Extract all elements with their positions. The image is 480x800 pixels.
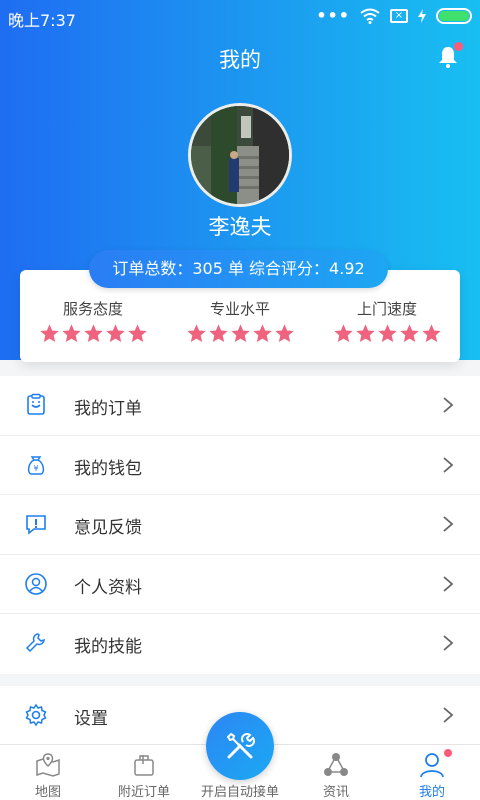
chevron-right-icon: [443, 516, 454, 532]
wrench-icon: [25, 633, 45, 653]
rating-speed: 上门速度: [327, 298, 447, 344]
status-bar: 晚上7:37 ••• ×: [0, 0, 480, 32]
page-title: 我的: [219, 48, 261, 72]
chevron-right-icon: [443, 397, 454, 413]
menu-item-skills[interactable]: 我的技能: [0, 614, 480, 674]
wallet-icon: ¥: [27, 455, 45, 475]
menu-list: 我的订单 ¥ 我的钱包 意见反馈 个人资料 我的技能: [0, 376, 480, 674]
menu-label: 意见反馈: [74, 518, 142, 538]
star-icon: [208, 324, 228, 342]
menu-label: 个人资料: [74, 577, 142, 598]
gear-icon: [25, 703, 47, 727]
tab-label: 资讯: [322, 785, 349, 800]
map-icon: [36, 753, 60, 777]
tab-label: 地图: [34, 785, 61, 800]
star-icon: [230, 324, 250, 342]
charging-icon: [418, 8, 426, 23]
wifi-icon: [360, 8, 380, 24]
menu-item-orders[interactable]: 我的订单: [0, 376, 480, 436]
rating-service: 服务态度: [33, 298, 153, 344]
star-icon: [127, 324, 147, 342]
chevron-right-icon: [443, 456, 454, 473]
more-dots-icon: •••: [316, 6, 350, 25]
rating-stars: [327, 323, 447, 344]
menu-label: 设置: [74, 709, 108, 729]
tab-badge: [444, 749, 452, 757]
star-icon: [39, 324, 59, 342]
tab-mine[interactable]: 我的: [384, 745, 480, 800]
rating-label: 服务态度: [62, 300, 123, 318]
status-icons: ••• ×: [316, 6, 472, 25]
star-icon: [105, 324, 125, 342]
tools-icon: [227, 733, 255, 759]
menu-item-wallet[interactable]: ¥ 我的钱包: [0, 436, 480, 495]
star-icon: [83, 324, 103, 342]
status-time: 晚上7:37: [8, 11, 76, 30]
star-icon: [377, 324, 397, 342]
menu-item-profile[interactable]: 个人资料: [0, 555, 480, 614]
user-icon: [420, 753, 444, 778]
notification-badge: [454, 42, 463, 51]
menu-label: 我的订单: [74, 399, 142, 419]
tab-nearby-orders[interactable]: 附近订单: [96, 745, 192, 800]
feedback-icon: [26, 515, 46, 535]
tab-label: 我的: [418, 785, 445, 800]
auto-accept-button[interactable]: [206, 712, 274, 780]
svg-text:¥: ¥: [33, 464, 38, 473]
chevron-right-icon: [443, 635, 454, 651]
star-icon: [399, 324, 419, 342]
order-summary-badge: 订单总数：305 单 综合评分：4.92: [89, 250, 388, 288]
menu-item-feedback[interactable]: 意见反馈: [0, 495, 480, 555]
tab-label: 开启自动接单: [200, 785, 279, 800]
rating-stars: [33, 323, 153, 344]
bag-icon: [134, 755, 154, 776]
star-icon: [186, 324, 206, 342]
rating-label: 上门速度: [356, 300, 417, 318]
menu-label: 我的技能: [74, 637, 142, 657]
tab-news[interactable]: 资讯: [288, 745, 384, 800]
menu-label: 我的钱包: [74, 458, 142, 479]
rating-label: 专业水平: [209, 300, 270, 318]
rating-stars: [180, 323, 300, 344]
star-icon: [61, 324, 81, 342]
user-name: 李逸夫: [208, 215, 272, 239]
battery-icon: [436, 7, 472, 24]
chevron-right-icon: [443, 707, 454, 723]
star-icon: [274, 324, 294, 342]
chevron-right-icon: [443, 575, 454, 592]
sim-off-icon: ×: [390, 8, 408, 23]
tab-map[interactable]: 地图: [0, 745, 96, 800]
star-icon: [252, 324, 272, 342]
tab-label: 附近订单: [117, 785, 170, 800]
star-icon: [421, 324, 441, 342]
profile-icon: [25, 572, 47, 595]
star-icon: [333, 324, 353, 342]
star-icon: [355, 324, 375, 342]
rating-skill: 专业水平: [180, 298, 300, 344]
notification-bell-button[interactable]: [436, 42, 463, 69]
share-icon: [324, 753, 348, 776]
avatar[interactable]: [188, 103, 292, 207]
order-icon: [27, 393, 45, 415]
